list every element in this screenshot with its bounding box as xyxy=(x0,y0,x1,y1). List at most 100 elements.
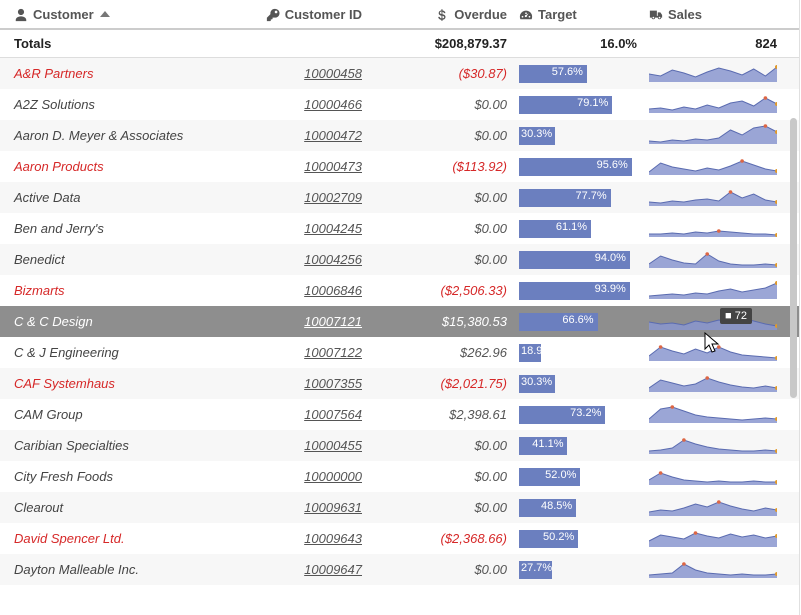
totals-label: Totals xyxy=(8,36,218,51)
customer-id-link[interactable]: 10000473 xyxy=(218,159,368,174)
truck-icon xyxy=(649,6,663,22)
totals-target: 16.0% xyxy=(513,36,643,51)
target-cell: 73.2% xyxy=(513,406,643,424)
customer-name[interactable]: Benedict xyxy=(8,252,218,267)
table-row[interactable]: Ben and Jerry's10004245$0.0061.1% xyxy=(0,213,799,244)
key-icon xyxy=(266,6,280,22)
customer-name[interactable]: Active Data xyxy=(8,190,218,205)
header-label: Sales xyxy=(668,7,702,22)
customer-id-link[interactable]: 10007355 xyxy=(218,376,368,391)
overdue-value: ($2,368.66) xyxy=(368,531,513,546)
table-row[interactable]: Dayton Malleable Inc.10009647$0.0027.7% xyxy=(0,554,799,585)
overdue-value: $262.96 xyxy=(368,345,513,360)
customer-name[interactable]: Ben and Jerry's xyxy=(8,221,218,236)
sales-sparkline[interactable] xyxy=(643,496,783,519)
sales-sparkline[interactable] xyxy=(643,62,783,85)
target-cell: 30.3% xyxy=(513,127,643,145)
sales-sparkline[interactable] xyxy=(643,434,783,457)
customer-name[interactable]: Caribian Specialties xyxy=(8,438,218,453)
customer-id-link[interactable]: 10009647 xyxy=(218,562,368,577)
target-cell: 94.0% xyxy=(513,251,643,269)
customer-id-link[interactable]: 10006846 xyxy=(218,283,368,298)
customer-name[interactable]: Bizmarts xyxy=(8,283,218,298)
col-header-customer[interactable]: Customer xyxy=(8,6,218,22)
table-row[interactable]: Benedict10004256$0.0094.0% xyxy=(0,244,799,275)
overdue-value: $0.00 xyxy=(368,438,513,453)
customer-name[interactable]: Clearout xyxy=(8,500,218,515)
sales-sparkline[interactable] xyxy=(643,310,783,333)
sales-sparkline[interactable] xyxy=(643,558,783,581)
table-row[interactable]: David Spencer Ltd.10009643($2,368.66)50.… xyxy=(0,523,799,554)
customer-id-link[interactable]: 10007121 xyxy=(218,314,368,329)
target-cell: 93.9% xyxy=(513,282,643,300)
sales-sparkline[interactable] xyxy=(643,124,783,147)
customer-id-link[interactable]: 10009643 xyxy=(218,531,368,546)
table-row[interactable]: A&R Partners10000458($30.87)57.6% xyxy=(0,58,799,89)
overdue-value: $0.00 xyxy=(368,469,513,484)
col-header-overdue[interactable]: Overdue xyxy=(368,6,513,22)
table-row[interactable]: CAM Group10007564$2,398.6173.2% xyxy=(0,399,799,430)
table-row[interactable]: Bizmarts10006846($2,506.33)93.9% xyxy=(0,275,799,306)
overdue-value: $0.00 xyxy=(368,500,513,515)
col-header-sales[interactable]: Sales xyxy=(643,6,783,22)
customer-name[interactable]: A&R Partners xyxy=(8,66,218,81)
sales-sparkline[interactable] xyxy=(643,465,783,488)
sales-sparkline[interactable] xyxy=(643,372,783,395)
customer-id-link[interactable]: 10000000 xyxy=(218,469,368,484)
customer-id-link[interactable]: 10009631 xyxy=(218,500,368,515)
table-row[interactable]: Clearout10009631$0.0048.5% xyxy=(0,492,799,523)
target-cell: 41.1% xyxy=(513,437,643,455)
col-header-target[interactable]: Target xyxy=(513,6,643,22)
target-cell: 27.7% xyxy=(513,561,643,579)
totals-overdue: $208,879.37 xyxy=(368,36,513,51)
sales-sparkline[interactable] xyxy=(643,93,783,116)
header-label: Customer ID xyxy=(285,7,362,22)
customer-id-link[interactable]: 10007122 xyxy=(218,345,368,360)
sort-asc-icon xyxy=(100,11,110,17)
customer-name[interactable]: C & C Design xyxy=(8,314,218,329)
customer-name[interactable]: CAM Group xyxy=(8,407,218,422)
customer-name[interactable]: Dayton Malleable Inc. xyxy=(8,562,218,577)
target-cell: 77.7% xyxy=(513,189,643,207)
person-icon xyxy=(14,6,28,22)
customer-id-link[interactable]: 10007564 xyxy=(218,407,368,422)
customer-id-link[interactable]: 10000458 xyxy=(218,66,368,81)
table-row[interactable]: A2Z Solutions10000466$0.0079.1% xyxy=(0,89,799,120)
customer-name[interactable]: CAF Systemhaus xyxy=(8,376,218,391)
table-row[interactable]: Aaron Products10000473($113.92)95.6% xyxy=(0,151,799,182)
customer-name[interactable]: A2Z Solutions xyxy=(8,97,218,112)
customer-id-link[interactable]: 10000455 xyxy=(218,438,368,453)
table-row[interactable]: City Fresh Foods10000000$0.0052.0% xyxy=(0,461,799,492)
overdue-value: $0.00 xyxy=(368,252,513,267)
overdue-value: $0.00 xyxy=(368,128,513,143)
sales-sparkline[interactable] xyxy=(643,217,783,240)
customer-id-link[interactable]: 10004245 xyxy=(218,221,368,236)
customer-id-link[interactable]: 10000472 xyxy=(218,128,368,143)
sales-sparkline[interactable] xyxy=(643,403,783,426)
sales-sparkline[interactable] xyxy=(643,527,783,550)
table-row[interactable]: Caribian Specialties10000455$0.0041.1% xyxy=(0,430,799,461)
table-row[interactable]: C & J Engineering10007122$262.9618.9% xyxy=(0,337,799,368)
customer-name[interactable]: Aaron D. Meyer & Associates xyxy=(8,128,218,143)
customer-id-link[interactable]: 10000466 xyxy=(218,97,368,112)
customer-id-link[interactable]: 10004256 xyxy=(218,252,368,267)
table-row[interactable]: Aaron D. Meyer & Associates10000472$0.00… xyxy=(0,120,799,151)
customer-name[interactable]: David Spencer Ltd. xyxy=(8,531,218,546)
overdue-value: ($30.87) xyxy=(368,66,513,81)
table-row[interactable]: Active Data10002709$0.0077.7% xyxy=(0,182,799,213)
table-row[interactable]: C & C Design10007121$15,380.5366.6% xyxy=(0,306,799,337)
table-body[interactable]: A&R Partners10000458($30.87)57.6%A2Z Sol… xyxy=(0,58,799,613)
customer-name[interactable]: City Fresh Foods xyxy=(8,469,218,484)
customer-id-link[interactable]: 10002709 xyxy=(218,190,368,205)
sales-sparkline[interactable] xyxy=(643,155,783,178)
sales-sparkline[interactable] xyxy=(643,248,783,271)
customer-name[interactable]: C & J Engineering xyxy=(8,345,218,360)
sales-sparkline[interactable] xyxy=(643,279,783,302)
customer-name[interactable]: Aaron Products xyxy=(8,159,218,174)
scrollbar[interactable] xyxy=(790,118,797,398)
col-header-customer-id[interactable]: Customer ID xyxy=(218,6,368,22)
sales-sparkline[interactable] xyxy=(643,341,783,364)
sales-sparkline[interactable] xyxy=(643,186,783,209)
overdue-value: ($113.92) xyxy=(368,159,513,174)
table-row[interactable]: CAF Systemhaus10007355($2,021.75)30.3% xyxy=(0,368,799,399)
